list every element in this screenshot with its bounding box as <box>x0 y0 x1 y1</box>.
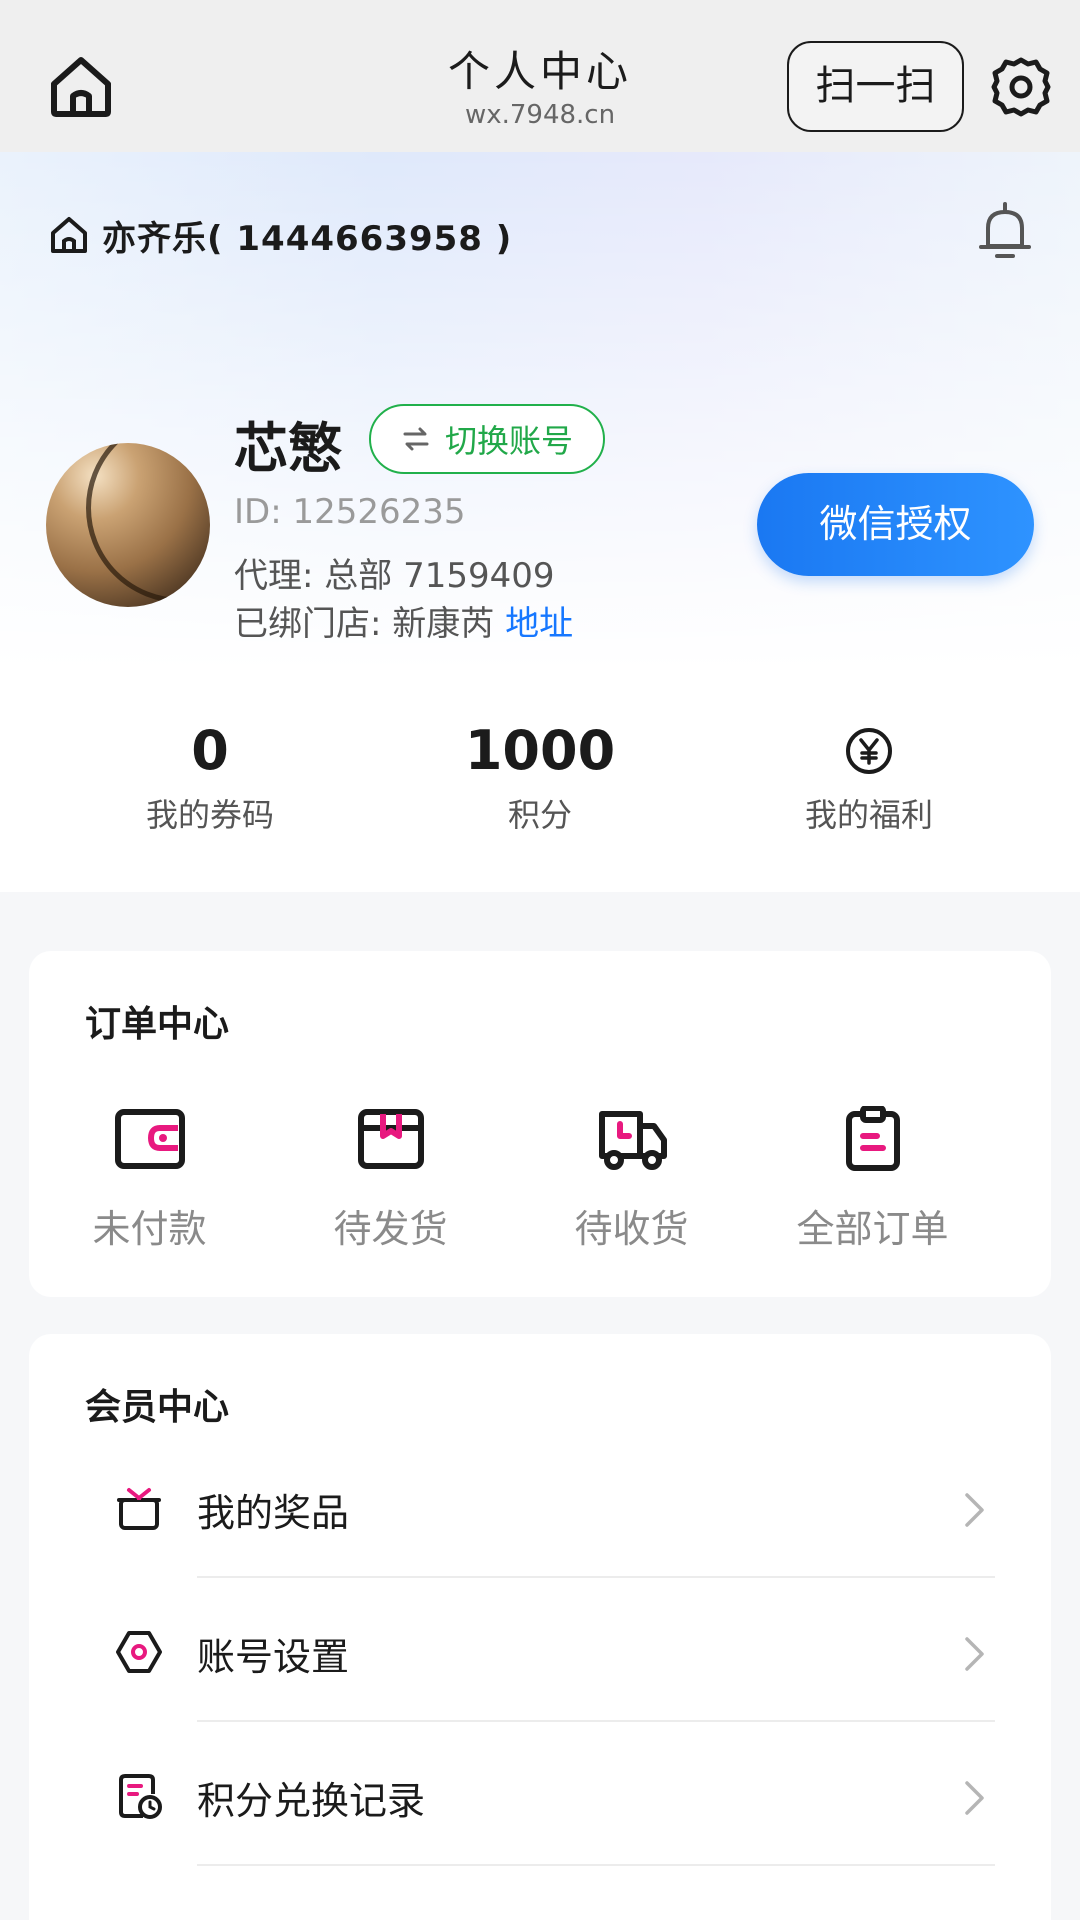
menu-item-label: 积分兑换记录 <box>197 1779 426 1823</box>
gear-icon[interactable] <box>990 56 1052 118</box>
stat-value: 1000 <box>464 719 616 782</box>
wechat-authorize-button[interactable]: 微信授权 <box>757 473 1034 576</box>
user-agent: 代理: 总部 7159409 <box>234 556 555 596</box>
history-icon <box>119 1774 162 1819</box>
order-to-receive[interactable]: 待收货 <box>511 1106 752 1253</box>
order-center-title: 订单中心 <box>85 1004 230 1045</box>
swap-icon <box>403 427 429 451</box>
order-unpaid[interactable]: 未付款 <box>29 1106 270 1253</box>
truck-icon <box>598 1111 667 1170</box>
clipboard-icon <box>845 1106 900 1171</box>
bound-store: 已绑门店: 新康芮 地址 <box>234 596 573 645</box>
stat-icon-wrap <box>749 720 989 782</box>
top-navbar: 个人中心 wx.7948.cn 扫一扫 <box>0 0 1080 152</box>
chevron-right-icon <box>965 1493 984 1527</box>
switch-account-label: 切换账号 <box>444 422 573 460</box>
order-center-card: 订单中心 未付款 待发货 待收货 全部订单 <box>29 951 1051 1297</box>
avatar[interactable] <box>46 443 210 607</box>
order-label: 待发货 <box>333 1207 448 1251</box>
menu-item-my-prizes[interactable]: 我的奖品 <box>85 1434 995 1578</box>
menu-item-label: 账号设置 <box>197 1635 350 1679</box>
gift-icon <box>117 1488 161 1530</box>
order-all[interactable]: 全部订单 <box>752 1106 993 1253</box>
yen-coin-icon <box>846 728 892 774</box>
store-address-link[interactable]: 地址 <box>505 604 573 644</box>
order-label: 待收货 <box>574 1207 689 1251</box>
switch-account-button[interactable]: 切换账号 <box>369 404 605 474</box>
stat-label: 积分 <box>507 796 572 834</box>
stat-points[interactable]: 1000 积分 <box>420 720 660 836</box>
stat-coupons[interactable]: 0 我的券码 <box>90 720 330 836</box>
hexagon-settings-icon <box>116 1631 162 1673</box>
stat-label: 我的券码 <box>145 796 274 834</box>
order-label: 未付款 <box>92 1207 207 1251</box>
chevron-right-icon <box>965 1637 984 1671</box>
bell-icon[interactable] <box>976 200 1034 264</box>
scan-button[interactable]: 扫一扫 <box>787 41 964 132</box>
wallet-icon <box>114 1109 185 1169</box>
member-center-card: 会员中心 我的奖品 账号设置 积分兑换记录 <box>29 1334 1051 1920</box>
menu-item-points-history[interactable]: 积分兑换记录 <box>85 1722 995 1866</box>
menu-item-account-settings[interactable]: 账号设置 <box>85 1578 995 1722</box>
shop-info[interactable]: 亦齐乐( 1444663958 ) <box>48 210 512 260</box>
chevron-right-icon <box>965 1781 984 1815</box>
divider <box>197 1864 995 1866</box>
stat-benefits[interactable]: 我的福利 <box>749 720 989 836</box>
stat-label: 我的福利 <box>804 796 933 834</box>
box-icon <box>357 1109 424 1169</box>
member-center-title: 会员中心 <box>85 1387 230 1428</box>
shop-name: 亦齐乐( 1444663958 ) <box>102 218 513 259</box>
home-icon <box>51 217 87 253</box>
order-to-ship[interactable]: 待发货 <box>270 1106 511 1253</box>
order-label: 全部订单 <box>796 1207 949 1251</box>
user-id: ID: 12526235 <box>234 492 466 532</box>
menu-item-label: 我的奖品 <box>197 1491 350 1535</box>
user-name: 芯慜 <box>234 417 342 480</box>
bound-store-label: 已绑门店: 新康芮 <box>234 604 495 644</box>
stat-value: 0 <box>191 719 229 782</box>
